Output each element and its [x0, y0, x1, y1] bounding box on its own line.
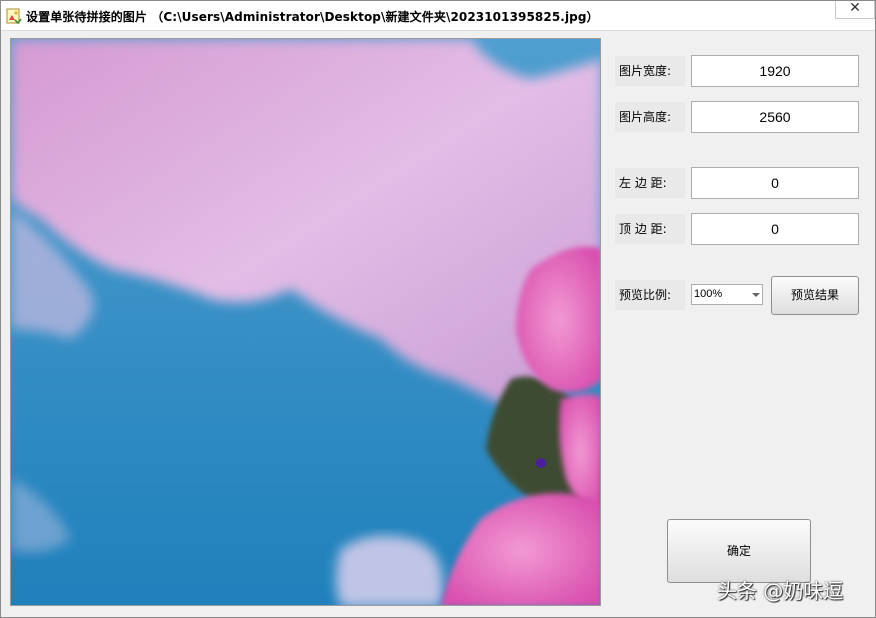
title-label: 设置单张待拼接的图片 [26, 10, 148, 24]
height-label: 图片高度: [615, 102, 685, 132]
image-preview [10, 38, 601, 606]
left-margin-label: 左 边 距: [615, 168, 685, 198]
preview-scale-select[interactable]: 100% [691, 284, 763, 305]
confirm-button[interactable]: 确定 [667, 519, 811, 583]
top-margin-input[interactable]: 0 [691, 213, 859, 245]
dialog-window: 设置单张待拼接的图片 （C:\Users\Administrator\Deskt… [0, 0, 876, 618]
left-margin-input[interactable]: 0 [691, 167, 859, 199]
preview-image [11, 39, 600, 605]
height-input[interactable]: 2560 [691, 101, 859, 133]
top-margin-label: 顶 边 距: [615, 214, 685, 244]
preview-scale-label: 预览比例: [615, 280, 685, 310]
title-bar: 设置单张待拼接的图片 （C:\Users\Administrator\Deskt… [1, 1, 875, 31]
width-label: 图片宽度: [615, 56, 685, 86]
watermark: 头条 @奶味逗 [717, 579, 844, 603]
image-file-icon [6, 8, 22, 24]
title-file-path: （C:\Users\Administrator\Desktop\新建文件夹\20… [151, 10, 599, 24]
preview-scale-value: 100% [694, 288, 723, 300]
close-button[interactable]: ✕ [835, 1, 875, 19]
close-icon: ✕ [849, 0, 861, 16]
preview-result-button[interactable]: 预览结果 [771, 276, 859, 315]
width-input[interactable]: 1920 [691, 55, 859, 87]
window-title: 设置单张待拼接的图片 （C:\Users\Administrator\Deskt… [26, 8, 599, 25]
chevron-down-icon [752, 293, 760, 297]
